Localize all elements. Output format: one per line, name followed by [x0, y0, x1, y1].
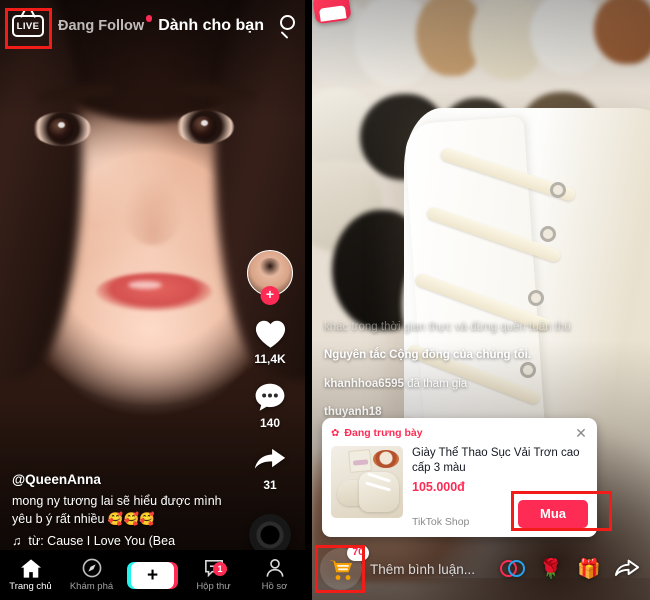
feed-caption: @QueenAnna mong ny tương lai sẽ hiểu đượ… — [12, 472, 244, 548]
product-card-header: ✿ Đang trưng bày ✕ — [331, 426, 588, 440]
heart-icon — [255, 320, 285, 348]
inbox-badge: 1 — [213, 561, 227, 576]
panel-divider — [305, 0, 312, 600]
chat-system-message: Nguyên tắc Cộng đồng của chúng tôi. — [324, 349, 531, 362]
screenshot-root: LIVE Đang Follow Dành cho bạn + 11,4K 14… — [0, 0, 650, 600]
share-arrow-icon — [254, 448, 286, 469]
live-label: LIVE — [16, 20, 40, 32]
tab-inbox-label: Hộp thư — [196, 580, 231, 592]
compass-icon — [82, 558, 101, 578]
decor-lip-gloss — [128, 281, 162, 289]
sidebar-item-profile[interactable]: Hồ sơ — [244, 558, 305, 592]
cart-badge: 70 — [347, 545, 369, 561]
tab-profile-label: Hồ sơ — [261, 581, 288, 592]
music-note-icon: ♫ — [12, 534, 22, 548]
tab-following-label: Đang Follow — [58, 18, 145, 34]
feed-action-rail: + 11,4K 140 31 — [242, 250, 298, 556]
live-bottom-bar: 70 Thêm bình luận... 🌹 🎁 — [312, 538, 650, 600]
tab-for-you[interactable]: Dành cho bạn — [158, 17, 264, 35]
tiktok-feed-panel: LIVE Đang Follow Dành cho bạn + 11,4K 14… — [0, 0, 305, 600]
live-tv-icon: LIVE — [12, 15, 44, 37]
create-post-button[interactable]: + — [122, 561, 183, 589]
tab-for-you-label: Dành cho bạn — [158, 17, 264, 34]
caption-music[interactable]: ♫ từ: Cause I Love You (Bea — [12, 534, 244, 548]
tab-discover-label: Khám phá — [69, 581, 114, 592]
live-share-button[interactable] — [612, 554, 642, 584]
product-info: Giày Thể Thao Sục Vải Trơn cao cấp 3 màu… — [412, 446, 588, 528]
effects-button[interactable] — [498, 554, 528, 584]
sidebar-item-inbox[interactable]: 1 Hộp thư — [183, 559, 244, 592]
gift-button[interactable]: 🎁 — [574, 554, 604, 584]
product-thumbnail[interactable] — [331, 446, 403, 519]
product-card-footer: TikTok Shop Mua — [412, 494, 588, 528]
share-arrow-icon — [614, 559, 640, 576]
caption-username[interactable]: @QueenAnna — [12, 472, 244, 487]
product-status-label: Đang trưng bày — [344, 427, 423, 440]
like-button[interactable]: 11,4K — [254, 318, 287, 366]
live-entry-button[interactable]: LIVE — [12, 11, 44, 41]
home-icon — [20, 558, 41, 578]
shop-name: TikTok Shop — [412, 516, 470, 528]
pin-icon: ✿ — [331, 427, 340, 439]
comment-input[interactable]: Thêm bình luận... — [370, 562, 490, 577]
product-card-body: Giày Thể Thao Sục Vải Trơn cao cấp 3 màu… — [331, 446, 588, 528]
following-notification-dot — [145, 15, 153, 22]
tab-home-label: Trang chủ — [9, 580, 52, 592]
person-icon — [266, 559, 283, 577]
comment-button[interactable]: 140 — [254, 382, 286, 430]
product-card[interactable]: ✿ Đang trưng bày ✕ Giày Thể Thao Sục Vải… — [322, 418, 597, 537]
effects-icon — [498, 554, 528, 584]
shopping-cart-button[interactable]: 70 — [320, 545, 369, 590]
bottom-tab-bar: Trang chủ Khám phá + 1 Hộp thư Hồ sơ — [0, 550, 305, 600]
search-icon[interactable] — [278, 13, 295, 39]
sidebar-item-discover[interactable]: Khám phá — [61, 558, 122, 592]
sidebar-item-home[interactable]: Trang chủ — [0, 558, 61, 592]
feed-top-nav: LIVE Đang Follow Dành cho bạn — [0, 0, 305, 52]
like-count: 11,4K — [254, 352, 286, 366]
product-title: Giày Thể Thao Sục Vải Trơn cao cấp 3 màu — [412, 447, 580, 475]
share-count: 31 — [263, 478, 277, 492]
music-title: từ: Cause I Love You (Bea — [28, 534, 176, 548]
share-button[interactable]: 31 — [253, 446, 287, 492]
caption-text: mong ny tương lai sẽ hiểu được mình yêu … — [12, 493, 222, 526]
chat-message: khác trong thời gian thực và đừng quên t… — [324, 321, 571, 333]
plus-icon: + — [127, 561, 178, 589]
comment-icon — [255, 383, 285, 411]
chat-join-action: đã tham gia — [403, 377, 468, 390]
tiktok-live-panel: khác trong thời gian thực và đừng quên t… — [312, 0, 650, 600]
follow-plus-button[interactable]: + — [260, 286, 280, 305]
product-price: 105.000đ — [412, 480, 465, 495]
tab-following[interactable]: Đang Follow — [58, 15, 153, 34]
buy-button[interactable]: Mua — [518, 500, 588, 528]
close-icon[interactable]: ✕ — [574, 426, 588, 440]
chat-join-message: khanhhoa6595 đã tham gia — [324, 376, 584, 393]
shopping-cart-icon — [329, 559, 352, 580]
decor-lips — [96, 273, 212, 311]
chat-join-username: khanhhoa6595 — [324, 377, 404, 390]
live-chat-list: khác trong thời gian thực và đừng quên t… — [324, 319, 584, 432]
comment-count: 140 — [259, 416, 281, 430]
decor-live-top-gradient — [312, 0, 650, 90]
rose-gift-button[interactable]: 🌹 — [536, 554, 566, 584]
decor-nose — [122, 175, 184, 245]
avatar[interactable]: + — [247, 250, 293, 305]
